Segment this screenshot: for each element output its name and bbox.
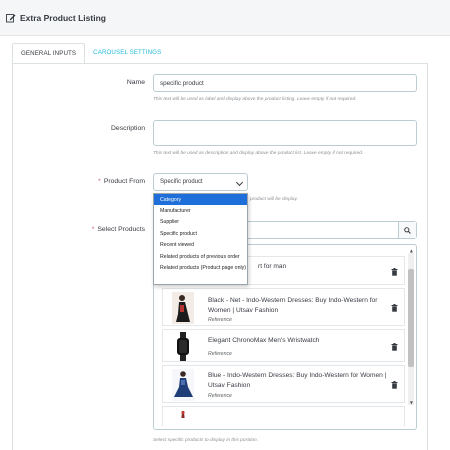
- product-from-label-text: Product From: [103, 178, 145, 185]
- scroll-down-icon[interactable]: ▼: [410, 400, 413, 405]
- trash-icon[interactable]: [391, 304, 398, 312]
- dropdown-option-related-previous-order[interactable]: Related products of previous order: [154, 251, 247, 262]
- required-mark: *: [91, 226, 95, 233]
- product-item: [162, 406, 405, 426]
- description-label: Description: [111, 125, 145, 132]
- product-reference: Reference: [208, 393, 232, 399]
- tab-general-inputs[interactable]: GENERAL INPUTS: [12, 43, 86, 64]
- tab-carousel-settings[interactable]: CAROUSEL SETTINGS: [85, 43, 169, 64]
- select-products-label-text: Select Products: [97, 226, 145, 233]
- name-input[interactable]: specific product: [153, 74, 417, 92]
- trash-icon[interactable]: [391, 381, 398, 389]
- trash-icon[interactable]: [391, 343, 398, 351]
- product-from-select[interactable]: Specific product: [153, 173, 248, 191]
- dropdown-option-related-product-page[interactable]: Related products (Product page only): [154, 262, 247, 273]
- name-help: This text will be used as label and disp…: [153, 97, 357, 102]
- description-textarea[interactable]: [153, 120, 417, 146]
- module-panel: Extra Product Listing GENERAL INPUTS CAR…: [0, 0, 450, 450]
- tab-bar: GENERAL INPUTS CAROUSEL SETTINGS: [12, 43, 169, 64]
- product-name: Blue - Indo-Western Dresses: Buy Indo-We…: [208, 372, 387, 389]
- product-thumbnail: [171, 369, 195, 401]
- description-help: This text will be used as description an…: [153, 151, 364, 156]
- chevron-down-icon: [235, 178, 244, 187]
- product-item: Blue - Indo-Western Dresses: Buy Indo-We…: [162, 365, 405, 403]
- product-thumbnail: [171, 409, 195, 419]
- dropdown-option-category[interactable]: Category: [154, 194, 247, 206]
- select-products-help: Select specific products to display in t…: [153, 438, 259, 443]
- product-reference: Reference: [208, 317, 232, 323]
- trash-icon[interactable]: [391, 268, 398, 276]
- dropdown-option-supplier[interactable]: Supplier: [154, 217, 247, 228]
- product-reference: Reference: [208, 351, 232, 357]
- edit-icon: [6, 13, 16, 23]
- search-button[interactable]: [398, 222, 416, 238]
- dropdown-option-manufacturer[interactable]: Manufacturer: [154, 205, 247, 216]
- dropdown-option-recent-viewed[interactable]: Recent viewed: [154, 240, 247, 251]
- product-thumbnail: [171, 292, 195, 324]
- product-name: Black - Net - Indo-Western Dresses: Buy …: [208, 297, 378, 314]
- name-label: Name: [126, 79, 145, 86]
- dropdown-option-specific-product[interactable]: Specific product: [154, 228, 247, 239]
- required-mark: *: [98, 178, 101, 185]
- product-from-label: * Product From: [60, 178, 145, 185]
- scroll-up-icon[interactable]: ▲: [410, 248, 413, 253]
- product-item: Black - Net - Indo-Western Dresses: Buy …: [162, 288, 405, 326]
- product-from-help: product will be display.: [250, 197, 298, 202]
- product-name: Elegant ChronoMax Men's Wristwatch: [208, 337, 320, 344]
- scrollbar-thumb[interactable]: [408, 269, 414, 367]
- page-title: Extra Product Listing: [20, 12, 106, 23]
- search-icon: [404, 226, 411, 234]
- product-from-selected-value: Specific product: [160, 179, 203, 185]
- select-products-label: * Select Products: [60, 226, 145, 233]
- product-thumbnail: [171, 332, 195, 361]
- product-from-dropdown: Category Manufacturer Supplier Specific …: [153, 193, 248, 285]
- product-name: rt for man: [258, 263, 287, 270]
- product-item: Elegant ChronoMax Men's Wristwatch Refer…: [162, 329, 405, 362]
- panel-heading: Extra Product Listing: [0, 0, 450, 36]
